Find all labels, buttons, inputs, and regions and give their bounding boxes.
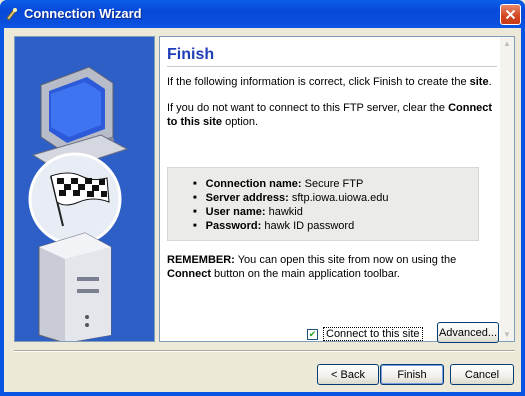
remember-connect: Connect — [167, 268, 211, 280]
chevron-down-icon: ▼ — [503, 330, 511, 339]
connect-option[interactable]: ✔ Connect to this site — [307, 327, 423, 341]
para1-text: If the following information is correct,… — [167, 76, 470, 88]
page-title: Finish — [167, 46, 215, 63]
chevron-up-icon: ▲ — [503, 39, 511, 48]
summary-label: Connection name: — [205, 178, 302, 190]
cancel-button[interactable]: Cancel — [450, 364, 514, 385]
summary-label: Server address: — [205, 192, 289, 204]
check-icon: ✔ — [308, 328, 317, 339]
summary-value: sftp.iowa.uiowa.edu — [291, 192, 389, 204]
remember-label: REMEMBER: — [167, 254, 235, 266]
button-separator — [14, 350, 515, 352]
advanced-button[interactable]: Advanced... — [437, 322, 499, 343]
remember-text: You can open this site from now on using… — [234, 254, 457, 266]
vertical-scrollbar[interactable]: ▲ ▼ — [500, 37, 514, 341]
connection-summary: Connection name: Secure FTP Server addre… — [167, 167, 479, 241]
wizard-window: Connection Wizard Finish If the followin… — [0, 0, 525, 396]
close-icon — [505, 9, 516, 20]
summary-value: hawk ID password — [264, 220, 355, 232]
summary-item: Password: hawk ID password — [193, 219, 388, 233]
close-button[interactable] — [500, 4, 521, 25]
finish-instructions: If the following information is correct,… — [167, 75, 497, 89]
para2-tail: option. — [222, 116, 259, 128]
scroll-up-button[interactable]: ▲ — [500, 37, 514, 50]
computer-flag-illustration — [28, 66, 129, 341]
finish-page: Finish If the following information is c… — [159, 36, 515, 342]
para1-bold: site — [469, 76, 489, 88]
summary-item: Server address: sftp.iowa.uiowa.edu — [193, 191, 389, 205]
remember-tail: button on the main application toolbar. — [211, 268, 400, 280]
summary-label: Password: — [205, 220, 262, 232]
back-button[interactable]: < Back — [317, 364, 379, 385]
summary-item: User name: hawkid — [193, 205, 388, 219]
remember-note: REMEMBER: You can open this site from no… — [167, 253, 497, 281]
connect-checkbox-label[interactable]: Connect to this site — [323, 327, 423, 341]
window-title: Connection Wizard — [24, 6, 142, 21]
wizard-client: Finish If the following information is c… — [4, 28, 521, 392]
title-bar[interactable]: Connection Wizard — [0, 0, 525, 28]
para1-tail: . — [488, 76, 492, 88]
clear-option-instructions: If you do not want to connect to this FT… — [167, 101, 497, 129]
wizard-icon — [6, 8, 17, 21]
heading-divider — [167, 66, 497, 67]
summary-label: User name: — [205, 206, 266, 218]
connect-checkbox[interactable]: ✔ — [307, 328, 318, 340]
finish-button[interactable]: Finish — [380, 364, 444, 385]
summary-value: Secure FTP — [304, 178, 364, 190]
summary-item: Connection name: Secure FTP — [193, 177, 388, 191]
scroll-down-button[interactable]: ▼ — [500, 328, 514, 341]
para2-text: If you do not want to connect to this FT… — [167, 102, 449, 114]
wizard-illustration — [14, 36, 155, 342]
summary-value: hawkid — [268, 206, 303, 218]
